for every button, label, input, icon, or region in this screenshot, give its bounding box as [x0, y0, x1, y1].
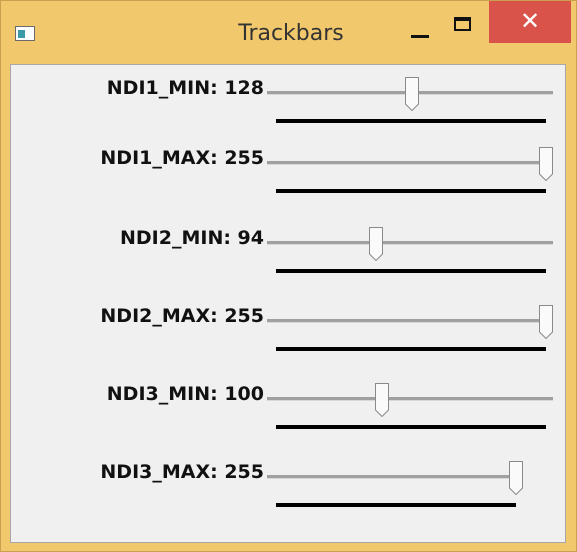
- trackbar-track[interactable]: [267, 475, 513, 479]
- trackbar-value-bar: [276, 425, 546, 429]
- trackbar-row-ndi2-min: NDI2_MIN: 94: [11, 217, 567, 295]
- trackbar-thumb[interactable]: [509, 461, 523, 495]
- trackbar-row-ndi2-max: NDI2_MAX: 255: [11, 295, 567, 373]
- title-bar[interactable]: Trackbars ✕: [1, 1, 577, 59]
- trackbar-label: NDI2_MAX: 255: [100, 305, 264, 327]
- trackbars-window: Trackbars ✕ NDI1_MIN: 128 NDI1_MAX: 255 …: [0, 0, 577, 552]
- trackbar-label: NDI3_MIN: 100: [106, 383, 264, 405]
- trackbar-label: NDI3_MAX: 255: [100, 461, 264, 483]
- trackbar-row-ndi1-min: NDI1_MIN: 128: [11, 67, 567, 145]
- trackbar-thumb[interactable]: [374, 383, 389, 417]
- trackbar-track[interactable]: [267, 397, 553, 401]
- trackbar-value-bar: [276, 503, 516, 507]
- trackbar-thumb[interactable]: [404, 77, 419, 111]
- window-title: Trackbars: [238, 21, 344, 46]
- trackbar-value-bar: [276, 119, 546, 123]
- trackbar-label: NDI1_MAX: 255: [100, 147, 264, 169]
- close-icon: ✕: [519, 7, 541, 35]
- trackbar-track[interactable]: [267, 241, 553, 245]
- trackbar-label: NDI1_MIN: 128: [106, 77, 264, 99]
- trackbar-thumb[interactable]: [539, 147, 553, 181]
- minimize-icon: [411, 35, 429, 38]
- trackbar-thumb[interactable]: [539, 305, 553, 339]
- minimize-button[interactable]: [402, 9, 438, 45]
- maximize-button[interactable]: [444, 9, 484, 45]
- trackbar-row-ndi1-max: NDI1_MAX: 255: [11, 137, 567, 215]
- trackbar-track[interactable]: [267, 161, 553, 165]
- trackbar-value-bar: [276, 189, 546, 193]
- trackbar-row-ndi3-max: NDI3_MAX: 255: [11, 451, 567, 529]
- trackbar-thumb[interactable]: [368, 227, 383, 261]
- trackbar-row-ndi3-min: NDI3_MIN: 100: [11, 373, 567, 451]
- trackbar-label: NDI2_MIN: 94: [120, 227, 264, 249]
- maximize-icon: [454, 17, 471, 31]
- app-window-icon[interactable]: [15, 26, 35, 41]
- trackbar-track[interactable]: [267, 319, 553, 323]
- close-button[interactable]: ✕: [489, 1, 571, 43]
- trackbar-value-bar: [276, 347, 546, 351]
- trackbar-panel: NDI1_MIN: 128 NDI1_MAX: 255 NDI2_MIN: 94…: [10, 64, 566, 543]
- trackbar-value-bar: [276, 269, 546, 273]
